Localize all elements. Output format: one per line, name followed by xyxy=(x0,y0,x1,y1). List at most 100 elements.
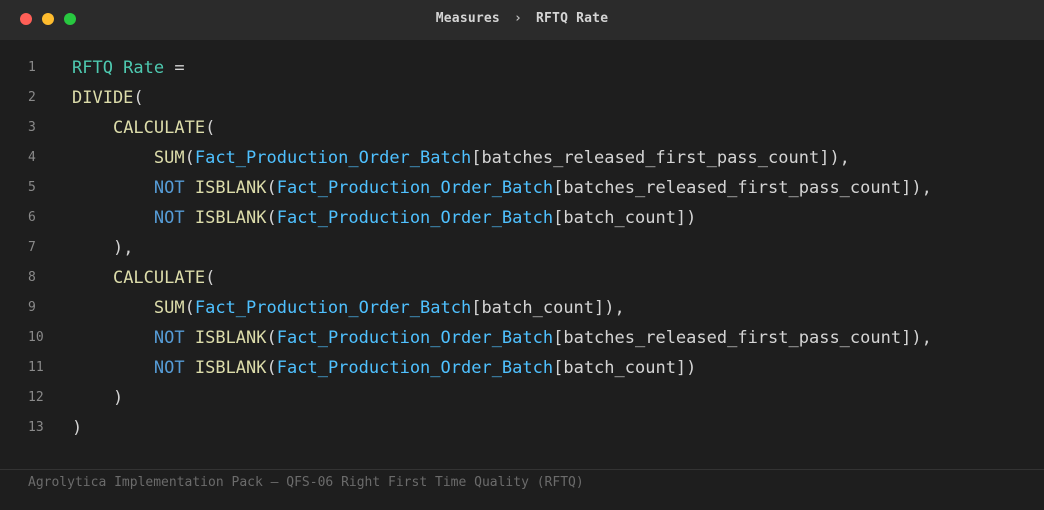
code-token-punc xyxy=(72,268,113,288)
code-token-punc xyxy=(72,178,154,198)
code-token-func: DIVIDE xyxy=(72,88,134,108)
code-token-col: [batches_released_first_pass_count] xyxy=(471,148,830,168)
code-token-punc xyxy=(72,388,113,408)
code-token-col: [batch_count] xyxy=(471,298,605,318)
code-token-punc: ) xyxy=(112,388,124,408)
breadcrumb-parent[interactable]: Measures xyxy=(436,11,500,26)
code-token-punc: ), xyxy=(604,298,625,318)
line-number: 8 xyxy=(28,270,36,285)
code-line[interactable]: 1 RFTQ Rate = xyxy=(0,53,1044,83)
code-token-func: ISBLANK xyxy=(194,328,267,348)
code-token-punc: ( xyxy=(205,118,216,138)
code-token-kw: NOT xyxy=(153,178,185,198)
code-token-col: [batch_count] xyxy=(553,358,687,378)
line-number: 12 xyxy=(28,390,44,405)
code-token-punc xyxy=(185,358,195,378)
code-editor[interactable]: 1 RFTQ Rate = 2 DIVIDE(3 CALCULATE(4 SUM(Fa… xyxy=(0,53,1044,443)
code-line[interactable]: 10 NOT ISBLANK(Fact_Production_Order_Bat… xyxy=(0,323,1044,353)
code-line-text: ), xyxy=(72,233,133,263)
code-token-punc: ( xyxy=(266,208,277,228)
code-line-text: ) xyxy=(72,383,123,413)
code-viewer-window: Measures › RFTQ Rate 1 RFTQ Rate = 2 DIVIDE(3… xyxy=(0,0,1044,510)
code-token-table: Fact_Production_Order_Batch xyxy=(194,148,472,168)
code-token-punc xyxy=(185,178,195,198)
breadcrumb-separator-icon: › xyxy=(513,11,522,26)
code-line[interactable]: 9 SUM(Fact_Production_Order_Batch[batch_… xyxy=(0,293,1044,323)
code-token-punc xyxy=(185,328,195,348)
code-line[interactable]: 2 DIVIDE( xyxy=(0,83,1044,113)
line-number: 1 xyxy=(28,60,36,75)
code-token-punc xyxy=(72,238,113,258)
code-line[interactable]: 11 NOT ISBLANK(Fact_Production_Order_Bat… xyxy=(0,353,1044,383)
code-token-punc: ) xyxy=(72,418,83,438)
code-token-punc: ), xyxy=(829,148,850,168)
code-token-table: Fact_Production_Order_Batch xyxy=(276,358,554,378)
code-token-table: Fact_Production_Order_Batch xyxy=(276,178,554,198)
footer-divider xyxy=(0,469,1044,470)
code-line-text: CALCULATE( xyxy=(72,263,215,293)
code-line-text: SUM(Fact_Production_Order_Batch[batches_… xyxy=(72,143,850,173)
code-token-punc: ), xyxy=(911,178,932,198)
line-number: 5 xyxy=(28,180,36,195)
breadcrumb: Measures › RFTQ Rate xyxy=(0,11,1044,26)
code-token-table: Fact_Production_Order_Batch xyxy=(194,298,472,318)
code-token-punc: ( xyxy=(266,358,277,378)
line-number: 10 xyxy=(28,330,44,345)
code-token-kw: NOT xyxy=(153,358,185,378)
line-number: 3 xyxy=(28,120,36,135)
code-line[interactable]: 5 NOT ISBLANK(Fact_Production_Order_Batc… xyxy=(0,173,1044,203)
code-token-punc xyxy=(72,208,154,228)
code-line-text: DIVIDE( xyxy=(72,83,144,113)
code-token-kw: NOT xyxy=(153,328,185,348)
code-token-punc xyxy=(72,298,154,318)
code-token-op: = xyxy=(164,58,185,78)
code-line[interactable]: 8 CALCULATE( xyxy=(0,263,1044,293)
code-token-punc xyxy=(72,148,154,168)
line-number: 4 xyxy=(28,150,36,165)
code-token-measure: RFTQ Rate xyxy=(72,58,165,78)
code-token-col: [batches_released_first_pass_count] xyxy=(553,178,912,198)
line-number: 2 xyxy=(28,90,36,105)
line-number: 6 xyxy=(28,210,36,225)
code-token-punc: ), xyxy=(911,328,932,348)
code-line[interactable]: 13) xyxy=(0,413,1044,443)
code-line[interactable]: 7 ), xyxy=(0,233,1044,263)
code-token-punc: ) xyxy=(686,208,697,228)
code-token-punc xyxy=(72,118,113,138)
code-token-punc: ( xyxy=(184,298,195,318)
code-token-punc: ( xyxy=(205,268,216,288)
code-line-text: SUM(Fact_Production_Order_Batch[batch_co… xyxy=(72,293,625,323)
code-line-text: NOT ISBLANK(Fact_Production_Order_Batch[… xyxy=(72,353,697,383)
code-token-table: Fact_Production_Order_Batch xyxy=(276,208,554,228)
title-bar: Measures › RFTQ Rate xyxy=(0,0,1044,40)
code-token-func: ISBLANK xyxy=(194,358,267,378)
code-line-text: NOT ISBLANK(Fact_Production_Order_Batch[… xyxy=(72,203,697,233)
line-number: 13 xyxy=(28,420,44,435)
code-line[interactable]: 3 CALCULATE( xyxy=(0,113,1044,143)
code-token-col: [batches_released_first_pass_count] xyxy=(553,328,912,348)
code-token-col: [batch_count] xyxy=(553,208,687,228)
code-line[interactable]: 4 SUM(Fact_Production_Order_Batch[batche… xyxy=(0,143,1044,173)
code-line[interactable]: 6 NOT ISBLANK(Fact_Production_Order_Batc… xyxy=(0,203,1044,233)
code-token-punc: ( xyxy=(184,148,195,168)
breadcrumb-current: RFTQ Rate xyxy=(536,11,609,26)
code-token-func: ISBLANK xyxy=(194,178,267,198)
code-line-text: ) xyxy=(72,413,82,443)
line-number: 11 xyxy=(28,360,44,375)
code-token-func: SUM xyxy=(153,298,185,318)
code-token-func: SUM xyxy=(153,148,185,168)
code-token-table: Fact_Production_Order_Batch xyxy=(276,328,554,348)
code-token-punc xyxy=(72,358,154,378)
code-token-func: ISBLANK xyxy=(194,208,267,228)
code-line-text: NOT ISBLANK(Fact_Production_Order_Batch[… xyxy=(72,323,932,353)
line-number: 9 xyxy=(28,300,36,315)
code-token-punc: ( xyxy=(266,328,277,348)
code-token-punc: ), xyxy=(112,238,134,258)
line-number: 7 xyxy=(28,240,36,255)
code-token-kw: NOT xyxy=(153,208,185,228)
code-token-func: CALCULATE xyxy=(112,118,206,138)
code-token-punc: ( xyxy=(266,178,277,198)
code-token-punc xyxy=(185,208,195,228)
code-line[interactable]: 12 ) xyxy=(0,383,1044,413)
code-line-text: CALCULATE( xyxy=(72,113,215,143)
